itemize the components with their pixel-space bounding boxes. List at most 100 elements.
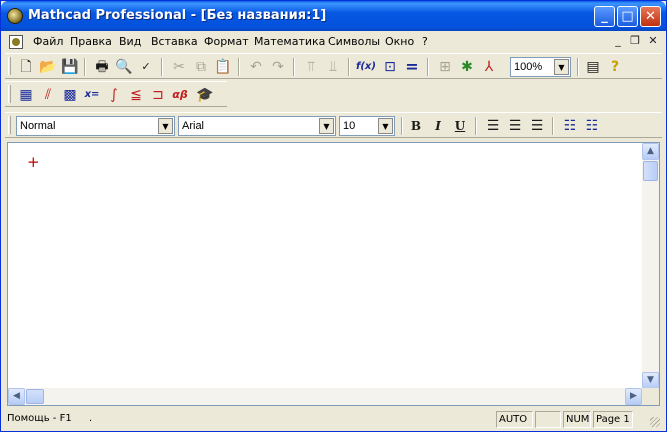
window-title: Mathcad Professional - [Без названия:1] <box>28 8 327 23</box>
doc-restore-button[interactable]: ❐ <box>628 34 642 48</box>
vertical-scroll-thumb[interactable] <box>643 161 658 181</box>
vertical-scrollbar[interactable]: ▲ ▼ <box>642 143 659 389</box>
menu-help[interactable]: ? <box>422 35 428 48</box>
print-preview-icon[interactable]: 🔍 <box>114 57 134 77</box>
italic-button[interactable]: I <box>428 116 448 136</box>
cut-icon[interactable]: ✂ <box>169 57 189 77</box>
symbolic-toolbar-icon[interactable]: 🎓 <box>195 85 215 105</box>
chevron-down-icon[interactable]: ▼ <box>158 118 173 134</box>
scroll-up-arrow-icon[interactable]: ▲ <box>642 143 659 160</box>
calculus-toolbar-icon[interactable]: ∫ <box>104 85 124 105</box>
scroll-down-arrow-icon[interactable]: ▼ <box>642 372 659 389</box>
status-auto-mode: AUTO <box>496 411 533 428</box>
toolbar-separator <box>552 117 554 135</box>
align-right-icon[interactable]: ☰ <box>527 116 547 136</box>
copy-icon[interactable]: ⧉ <box>191 57 211 77</box>
resource-center-icon[interactable]: ▤ <box>583 57 603 77</box>
insert-component-icon[interactable]: ⊞ <box>435 57 455 77</box>
status-empty-panel <box>535 411 561 428</box>
align-left-icon[interactable]: ☰ <box>483 116 503 136</box>
menu-bar: Файл Правка Вид Вставка Формат Математик… <box>5 32 662 52</box>
greek-toolbar-icon[interactable]: αβ <box>170 85 190 105</box>
programming-toolbar-icon[interactable]: ⊐ <box>148 85 168 105</box>
mathcad-app-icon[interactable] <box>7 8 23 24</box>
scroll-left-arrow-icon[interactable]: ◀ <box>8 388 25 405</box>
chevron-down-icon[interactable]: ▼ <box>319 118 334 134</box>
status-page: Page 1 <box>593 411 633 428</box>
minimize-button[interactable]: _ <box>594 6 615 27</box>
menu-symbols[interactable]: Символы <box>328 35 380 48</box>
bold-button[interactable]: B <box>406 116 426 136</box>
style-select[interactable]: Normal ▼ <box>16 116 175 136</box>
menu-format[interactable]: Формат <box>204 35 249 48</box>
insert-function-icon[interactable]: f(x) <box>356 57 376 77</box>
insert-unit-icon[interactable]: ⊡ <box>380 57 400 77</box>
status-dot: . <box>89 413 93 424</box>
underline-button[interactable]: U <box>450 116 470 136</box>
matrix-toolbar-icon[interactable]: ▩ <box>60 85 80 105</box>
resources-icon[interactable]: ⅄ <box>479 57 499 77</box>
toolbar-grip[interactable] <box>8 116 11 134</box>
worksheet-area[interactable]: + ▲ ▼ ◀ ▶ <box>7 142 660 406</box>
numbered-list-icon[interactable]: ☷ <box>582 116 602 136</box>
menu-math[interactable]: Математика <box>254 35 325 48</box>
scroll-right-arrow-icon[interactable]: ▶ <box>625 388 642 405</box>
style-value: Normal <box>20 120 56 132</box>
zoom-select[interactable]: 100% ▼ <box>510 57 571 77</box>
chevron-down-icon[interactable]: ▼ <box>554 59 569 75</box>
toolbar-separator <box>84 58 86 76</box>
save-icon[interactable]: 💾 <box>60 57 80 77</box>
toolbar-separator <box>238 58 240 76</box>
doc-close-button[interactable]: ✕ <box>646 34 660 48</box>
menu-file[interactable]: Файл <box>33 35 63 48</box>
evaluation-toolbar-icon[interactable]: x= <box>82 85 102 105</box>
font-value: Arial <box>182 120 205 132</box>
calculator-toolbar-icon[interactable]: ▦ <box>16 85 36 105</box>
menu-view[interactable]: Вид <box>119 35 141 48</box>
align-down-icon[interactable]: ⫫ <box>323 57 343 77</box>
bullet-list-icon[interactable]: ☷ <box>560 116 580 136</box>
toolbar-grip[interactable] <box>8 85 11 103</box>
undo-icon[interactable]: ↶ <box>246 57 266 77</box>
new-document-icon[interactable]: 🗋 <box>16 57 36 77</box>
spell-check-icon[interactable]: ✓ <box>136 57 156 77</box>
align-across-icon[interactable]: ⫪ <box>301 57 321 77</box>
graph-toolbar-icon[interactable]: ⫽ <box>38 85 58 105</box>
toolbar-separator <box>475 117 477 135</box>
insertion-cursor: + <box>27 153 40 171</box>
print-icon[interactable]: 🖶 <box>92 57 112 77</box>
run-wizard-icon[interactable]: ✱ <box>457 57 477 77</box>
maximize-button[interactable]: □ <box>617 6 638 27</box>
menu-insert[interactable]: Вставка <box>151 35 198 48</box>
horizontal-scrollbar[interactable]: ◀ ▶ <box>8 388 642 405</box>
doc-minimize-button[interactable]: _ <box>611 34 625 48</box>
open-folder-icon[interactable]: 📂 <box>38 57 58 77</box>
toolbar-separator <box>427 58 429 76</box>
toolbar-separator <box>161 58 163 76</box>
math-toolbar: ▦ ⫽ ▩ x= ∫ ≦ ⊐ αβ 🎓 <box>5 81 227 107</box>
calculate-icon[interactable]: = <box>402 57 422 77</box>
toolbar-separator <box>293 58 295 76</box>
boolean-toolbar-icon[interactable]: ≦ <box>126 85 146 105</box>
font-size-select[interactable]: 10 ▼ <box>339 116 395 136</box>
resize-grip-icon[interactable] <box>650 417 660 427</box>
font-select[interactable]: Arial ▼ <box>178 116 336 136</box>
toolbar-separator <box>401 117 403 135</box>
font-size-value: 10 <box>343 120 356 132</box>
mathcad-window: Mathcad Professional - [Без названия:1] … <box>0 0 667 432</box>
horizontal-scroll-thumb[interactable] <box>26 389 44 404</box>
menu-edit[interactable]: Правка <box>70 35 112 48</box>
chevron-down-icon[interactable]: ▼ <box>378 118 393 134</box>
toolbar-grip[interactable] <box>8 57 11 75</box>
close-button[interactable]: ✕ <box>640 6 661 27</box>
standard-toolbar: 🗋 📂 💾 🖶 🔍 ✓ ✂ ⧉ 📋 ↶ ↷ ⫪ ⫫ f(x) ⊡ = ⊞ ✱ ⅄… <box>5 53 662 79</box>
title-bar[interactable]: Mathcad Professional - [Без названия:1] … <box>1 1 666 31</box>
help-icon[interactable]: ? <box>605 57 625 77</box>
align-center-icon[interactable]: ☰ <box>505 116 525 136</box>
redo-icon[interactable]: ↷ <box>268 57 288 77</box>
menu-window[interactable]: Окно <box>385 35 414 48</box>
scrollbar-corner <box>642 388 659 405</box>
paste-icon[interactable]: 📋 <box>213 57 233 77</box>
status-help-text: Помощь - F1 <box>7 413 72 424</box>
document-icon[interactable] <box>9 35 23 49</box>
